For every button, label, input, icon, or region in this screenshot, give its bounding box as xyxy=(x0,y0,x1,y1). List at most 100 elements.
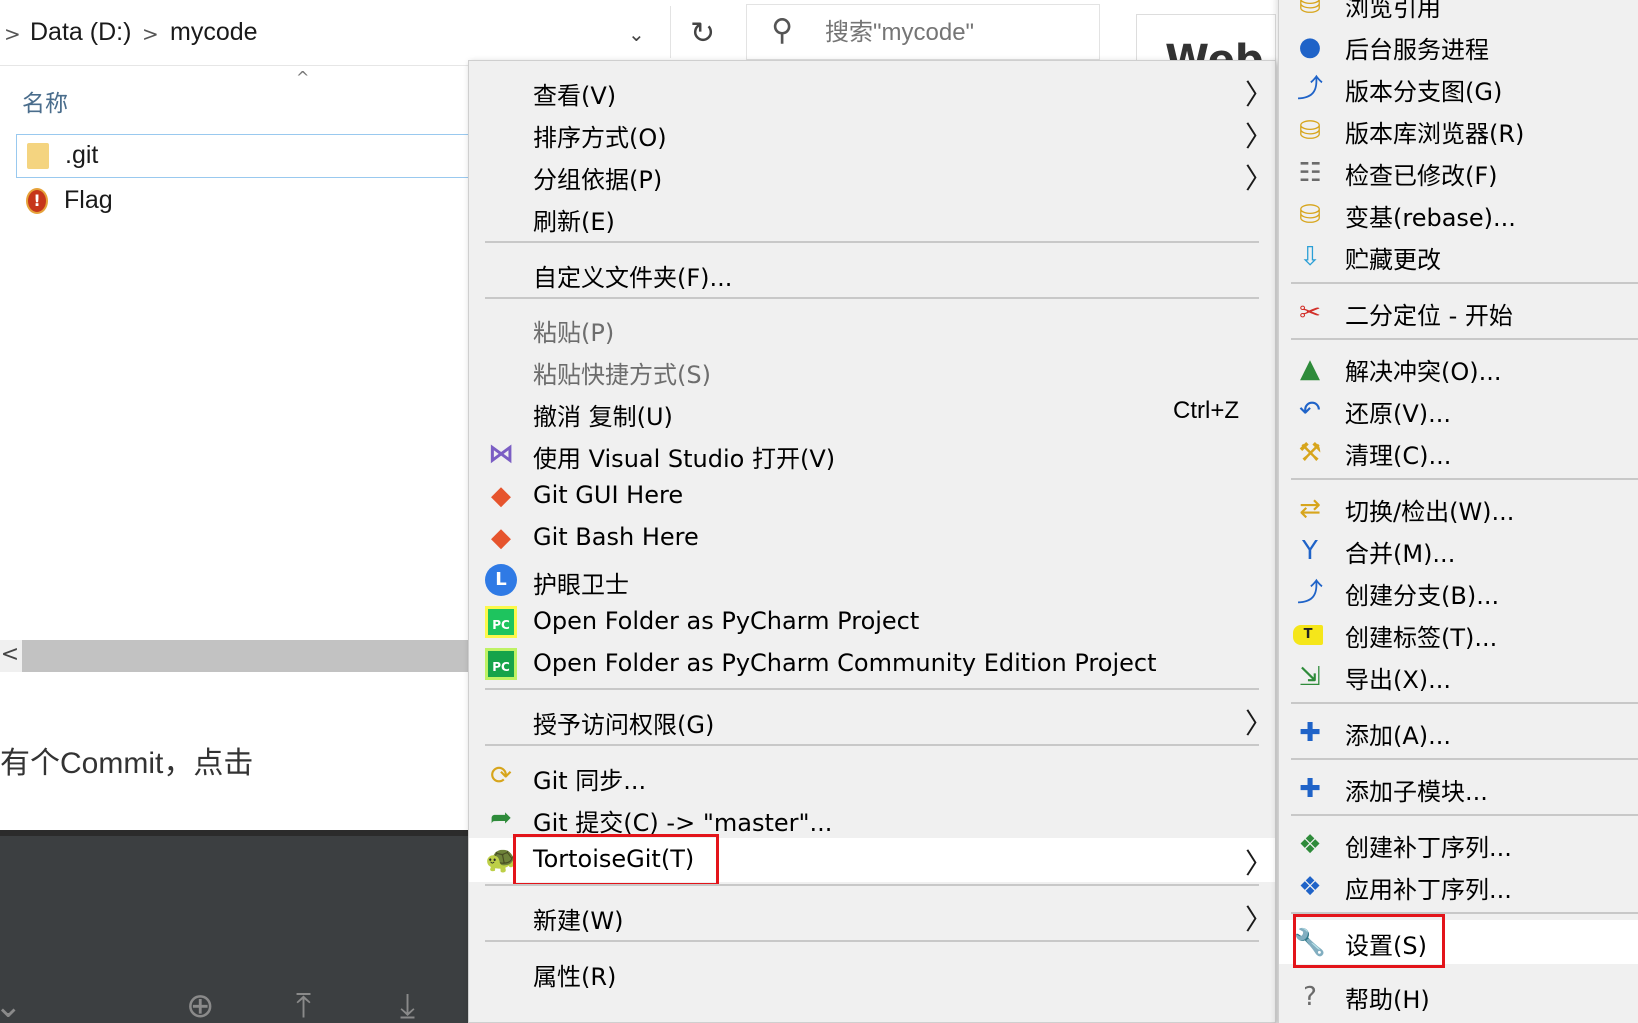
menu-separator xyxy=(485,241,1259,243)
menu-item-grant-access[interactable]: 授予访问权限(G) 〉 xyxy=(469,698,1275,742)
breadcrumb-drive[interactable]: Data (D:) xyxy=(30,18,131,47)
scrollbar-thumb[interactable] xyxy=(22,640,470,672)
submenu-item-label: 创建补丁序列... xyxy=(1345,834,1512,862)
submenu-item-daemon[interactable]: ● 后台服务进程 xyxy=(1279,24,1638,68)
tortoisegit-submenu: ⛁ 浏览引用 ● 后台服务进程 ⤴ 版本分支图(G) ⛁ 版本库浏览器(R) ☷… xyxy=(1278,0,1638,1023)
submenu-item-label: 添加子模块... xyxy=(1345,778,1488,806)
menu-item-label: 护眼卫士 xyxy=(533,571,629,599)
menu-item-label: Open Folder as PyCharm Project xyxy=(533,607,920,635)
menu-item-new[interactable]: 新建(W) 〉 xyxy=(469,894,1275,938)
submenu-item-rebase[interactable]: ⛁ 变基(rebase)... xyxy=(1279,192,1638,236)
sort-ascending-icon[interactable]: ^ xyxy=(296,68,309,87)
menu-item-pycharm-ce[interactable]: PC Open Folder as PyCharm Community Edit… xyxy=(469,642,1275,686)
menu-item-paste: 粘贴(P) xyxy=(469,306,1275,350)
menu-item-git-bash[interactable]: ◆ Git Bash Here xyxy=(469,516,1275,560)
menu-item-sort-by[interactable]: 排序方式(O) 〉 xyxy=(469,111,1275,155)
submenu-item-create-tag[interactable]: T 创建标签(T)... xyxy=(1279,612,1638,656)
breadcrumb-folder[interactable]: mycode xyxy=(170,18,258,47)
address-dropdown-icon[interactable]: ⌄ xyxy=(628,22,645,46)
submenu-item-create-patch[interactable]: ❖ 创建补丁序列... xyxy=(1279,822,1638,866)
chevron-right-icon: 〉 xyxy=(1245,78,1274,111)
submenu-item-label: 变基(rebase)... xyxy=(1345,204,1516,232)
submenu-item-switch[interactable]: ⇄ 切换/检出(W)... xyxy=(1279,486,1638,530)
file-row-git[interactable]: .git xyxy=(16,134,476,178)
scroll-left-icon[interactable]: < xyxy=(0,642,20,667)
submenu-item-add-submodule[interactable]: ✚ 添加子模块... xyxy=(1279,766,1638,810)
submenu-item-label: 版本库浏览器(R) xyxy=(1345,120,1525,148)
menu-item-group-by[interactable]: 分组依据(P) 〉 xyxy=(469,153,1275,197)
ide-toolbar-panel: ⌄ ⊕ ⤒ ⤓ xyxy=(0,830,470,1023)
menu-item-eye-guard[interactable]: L 护眼卫士 xyxy=(469,558,1275,602)
context-menu: 查看(V) 〉 排序方式(O) 〉 分组依据(P) 〉 刷新(E) 自定义文件夹… xyxy=(468,60,1276,1023)
bisect-icon: ✂ xyxy=(1299,298,1321,328)
submenu-item-stash[interactable]: ⇩ 贮藏更改 xyxy=(1279,234,1638,278)
submenu-item-label: 浏览引用 xyxy=(1345,0,1441,22)
menu-item-view[interactable]: 查看(V) 〉 xyxy=(469,69,1275,113)
search-icon: ⚲ xyxy=(771,13,793,48)
submenu-item-label: 帮助(H) xyxy=(1345,986,1430,1014)
refresh-icon[interactable]: ↻ xyxy=(690,16,715,51)
submenu-item-label: 导出(X)... xyxy=(1345,666,1452,694)
pycharm-ce-icon: PC xyxy=(485,648,517,680)
revert-icon: ↶ xyxy=(1299,396,1321,426)
git-commit-icon: ➦ xyxy=(490,803,512,833)
menu-item-git-sync[interactable]: ⟳ Git 同步... xyxy=(469,754,1275,798)
submenu-item-label: 还原(V)... xyxy=(1345,400,1452,428)
submenu-item-revision-graph[interactable]: ⤴ 版本分支图(G) xyxy=(1279,66,1638,110)
git-icon: ◆ xyxy=(491,481,511,511)
submenu-item-label: 版本分支图(G) xyxy=(1345,78,1503,106)
column-header-name[interactable]: 名称 xyxy=(22,84,68,118)
highlight-box xyxy=(1293,914,1445,968)
submenu-item-apply-patch[interactable]: ❖ 应用补丁序列... xyxy=(1279,864,1638,908)
menu-item-refresh[interactable]: 刷新(E) xyxy=(469,195,1275,239)
scroll-to-end-icon[interactable]: ⤓ xyxy=(400,986,415,1023)
submenu-item-merge[interactable]: Y 合并(M)... xyxy=(1279,528,1638,572)
breadcrumb-chevron-icon[interactable]: > xyxy=(4,22,21,46)
submenu-item-export[interactable]: ⇲ 导出(X)... xyxy=(1279,654,1638,698)
submenu-item-create-branch[interactable]: ⤴ 创建分支(B)... xyxy=(1279,570,1638,614)
submenu-item-repo-browser[interactable]: ⛁ 版本库浏览器(R) xyxy=(1279,108,1638,152)
menu-item-pycharm[interactable]: PC Open Folder as PyCharm Project xyxy=(469,600,1275,644)
submenu-item-resolve[interactable]: ▲ 解决冲突(O)... xyxy=(1279,346,1638,390)
file-row-flag[interactable]: ! Flag xyxy=(16,180,476,224)
submenu-item-revert[interactable]: ↶ 还原(V)... xyxy=(1279,388,1638,432)
chevron-right-icon: 〉 xyxy=(1245,903,1274,936)
submenu-item-cleanup[interactable]: ⚒ 清理(C)... xyxy=(1279,430,1638,474)
menu-item-properties[interactable]: 属性(R) xyxy=(469,950,1275,994)
menu-item-label: 撤消 复制(U) xyxy=(533,403,673,431)
menu-separator xyxy=(485,940,1259,942)
search-box[interactable]: ⚲ xyxy=(746,4,1100,60)
revision-graph-icon: ⤴ xyxy=(1296,74,1323,104)
submenu-item-bisect[interactable]: ✂ 二分定位 - 开始 xyxy=(1279,290,1638,334)
repo-browser-icon: ⛁ xyxy=(1299,116,1321,146)
menu-item-tortoisegit[interactable]: 🐢 TortoiseGit(T) 〉 xyxy=(469,834,1275,886)
visual-studio-icon: ⋈ xyxy=(488,439,514,469)
scroll-to-top-icon[interactable]: ⤒ xyxy=(296,986,311,1023)
submenu-item-browse-refs[interactable]: ⛁ 浏览引用 xyxy=(1279,0,1638,26)
submenu-item-label: 切换/检出(W)... xyxy=(1345,498,1515,526)
menu-item-label: 粘贴快捷方式(S) xyxy=(533,361,711,389)
submenu-item-add[interactable]: ✚ 添加(A)... xyxy=(1279,710,1638,754)
submenu-item-check-modifications[interactable]: ☷ 检查已修改(F) xyxy=(1279,150,1638,194)
menu-item-undo-copy[interactable]: 撤消 复制(U) Ctrl+Z xyxy=(469,390,1275,434)
switch-icon: ⇄ xyxy=(1299,494,1321,524)
target-icon[interactable]: ⊕ xyxy=(186,986,215,1023)
breadcrumb-chevron-icon[interactable]: > xyxy=(142,22,159,46)
folder-icon xyxy=(27,143,49,169)
menu-item-label: Git GUI Here xyxy=(533,481,684,509)
cleanup-icon: ⚒ xyxy=(1298,438,1322,468)
submenu-item-settings[interactable]: 🔧 设置(S) xyxy=(1279,914,1638,968)
menu-item-label: 授予访问权限(G) xyxy=(533,711,715,739)
menu-item-customize-folder[interactable]: 自定义文件夹(F)... xyxy=(469,251,1275,295)
menu-separator xyxy=(1291,282,1638,284)
horizontal-scrollbar[interactable]: < xyxy=(0,640,470,672)
collapse-icon[interactable]: ⌄ xyxy=(0,986,23,1023)
git-icon: ◆ xyxy=(491,523,511,553)
submenu-item-label: 应用补丁序列... xyxy=(1345,876,1512,904)
search-input[interactable] xyxy=(825,19,1085,47)
submenu-item-help[interactable]: ? 帮助(H) xyxy=(1279,974,1638,1018)
submenu-item-label: 后台服务进程 xyxy=(1345,36,1489,64)
globe-icon: ● xyxy=(1298,32,1322,62)
menu-item-open-visual-studio[interactable]: ⋈ 使用 Visual Studio 打开(V) xyxy=(469,432,1275,476)
menu-item-git-gui[interactable]: ◆ Git GUI Here xyxy=(469,474,1275,518)
